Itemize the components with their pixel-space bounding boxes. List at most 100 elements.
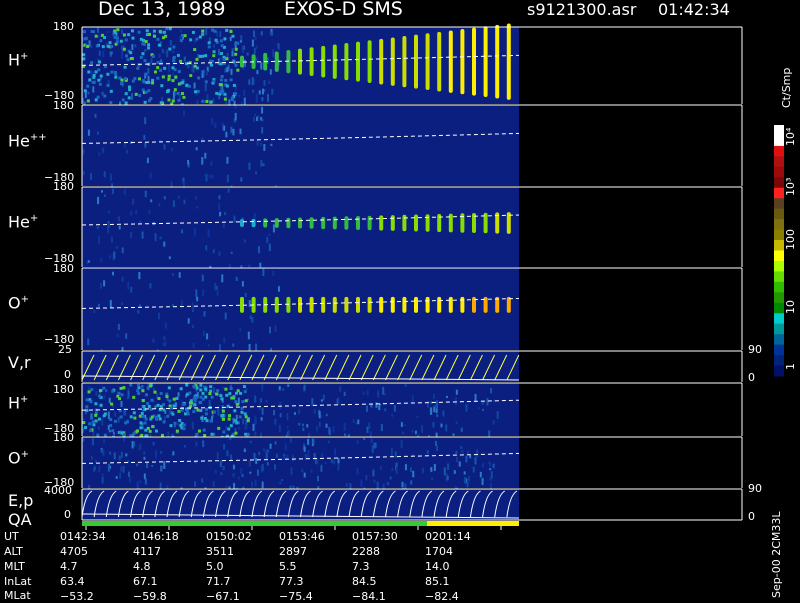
- burst-pixel: [123, 65, 127, 69]
- noise-pixel: [284, 443, 287, 451]
- noise-pixel: [179, 29, 182, 33]
- burst-pixel: [175, 396, 179, 400]
- noise-pixel: [87, 338, 90, 346]
- noise-pixel: [260, 160, 263, 167]
- noise-pixel: [144, 117, 147, 125]
- noise-pixel: [360, 479, 363, 487]
- noise-pixel: [177, 392, 180, 397]
- noise-pixel: [231, 50, 234, 57]
- noise-pixel: [455, 389, 458, 395]
- noise-pixel: [110, 173, 113, 181]
- colorbar-segment: [774, 125, 784, 136]
- burst-pixel: [220, 52, 224, 56]
- noise-pixel: [337, 463, 340, 471]
- burst-pixel: [159, 30, 163, 34]
- burst-pixel: [132, 395, 136, 399]
- beam-mark: [309, 296, 314, 313]
- noise-pixel: [465, 455, 468, 463]
- tick-label: 180: [53, 99, 74, 112]
- burst-pixel: [241, 400, 245, 404]
- beam-mark: [472, 27, 476, 96]
- noise-pixel: [261, 481, 264, 489]
- noise-pixel: [481, 408, 484, 412]
- noise-pixel: [212, 481, 215, 487]
- noise-pixel: [254, 113, 257, 117]
- noise-pixel: [445, 424, 448, 432]
- burst-pixel: [156, 403, 160, 407]
- burst-pixel: [119, 386, 123, 390]
- noise-pixel: [232, 464, 235, 470]
- noise-pixel: [375, 402, 378, 408]
- noise-pixel: [194, 481, 197, 487]
- burst-pixel: [167, 98, 171, 102]
- noise-pixel: [316, 426, 319, 432]
- noise-pixel: [277, 286, 280, 292]
- noise-pixel: [220, 86, 223, 91]
- noise-pixel: [436, 414, 439, 417]
- beam-mark: [390, 37, 395, 86]
- burst-pixel: [113, 419, 117, 423]
- burst-pixel: [147, 404, 151, 408]
- burst-pixel: [126, 58, 130, 62]
- footer-value: −84.1: [352, 590, 386, 603]
- burst-pixel: [136, 389, 140, 393]
- noise-pixel: [330, 459, 333, 464]
- beam-mark: [390, 296, 395, 313]
- noise-pixel: [191, 324, 194, 329]
- burst-pixel: [145, 29, 149, 33]
- burst-pixel: [148, 32, 152, 36]
- noise-pixel: [261, 127, 264, 134]
- noise-pixel: [172, 273, 175, 276]
- beam-mark: [495, 24, 500, 99]
- noise-pixel: [136, 463, 139, 467]
- burst-pixel: [169, 424, 173, 428]
- noise-pixel: [253, 47, 256, 54]
- footer-value: 77.3: [279, 575, 304, 588]
- beam-mark: [274, 218, 279, 228]
- noise-pixel: [183, 110, 186, 116]
- beam-mark: [437, 31, 442, 92]
- noise-pixel: [205, 245, 208, 251]
- right-tick-label: 0: [748, 371, 755, 384]
- burst-pixel: [219, 39, 223, 43]
- beam-mark: [356, 296, 360, 313]
- noise-pixel: [274, 419, 277, 426]
- burst-pixel: [219, 78, 223, 82]
- noise-pixel: [213, 387, 216, 394]
- noise-pixel: [143, 473, 146, 480]
- noise-pixel: [401, 481, 404, 488]
- burst-pixel: [162, 403, 166, 407]
- noise-pixel: [302, 427, 305, 431]
- burst-pixel: [202, 428, 206, 432]
- beam-mark: [483, 26, 488, 98]
- burst-pixel: [147, 43, 151, 47]
- noise-pixel: [191, 64, 194, 72]
- burst-pixel: [204, 54, 208, 58]
- noise-pixel: [243, 239, 246, 243]
- noise-pixel: [96, 226, 99, 229]
- noise-pixel: [254, 431, 257, 436]
- burst-pixel: [97, 78, 101, 82]
- noise-pixel: [109, 255, 112, 259]
- burst-pixel: [234, 52, 238, 56]
- noise-pixel: [223, 125, 226, 131]
- noise-pixel: [243, 89, 246, 97]
- noise-pixel: [112, 432, 115, 435]
- colorbar-segment: [774, 281, 784, 293]
- burst-pixel: [197, 76, 201, 80]
- beam-mark: [298, 217, 302, 229]
- burst-pixel: [151, 425, 155, 429]
- noise-pixel: [261, 119, 264, 122]
- noise-pixel: [239, 40, 242, 43]
- burst-pixel: [246, 419, 250, 423]
- noise-pixel: [146, 157, 149, 164]
- burst-pixel: [82, 101, 86, 105]
- burst-pixel: [163, 66, 167, 70]
- burst-pixel: [179, 387, 183, 391]
- burst-pixel: [162, 420, 166, 424]
- noise-pixel: [159, 139, 162, 143]
- noise-pixel: [238, 94, 241, 98]
- noise-pixel: [453, 470, 456, 474]
- beam-mark: [402, 36, 407, 88]
- burst-pixel: [155, 415, 159, 419]
